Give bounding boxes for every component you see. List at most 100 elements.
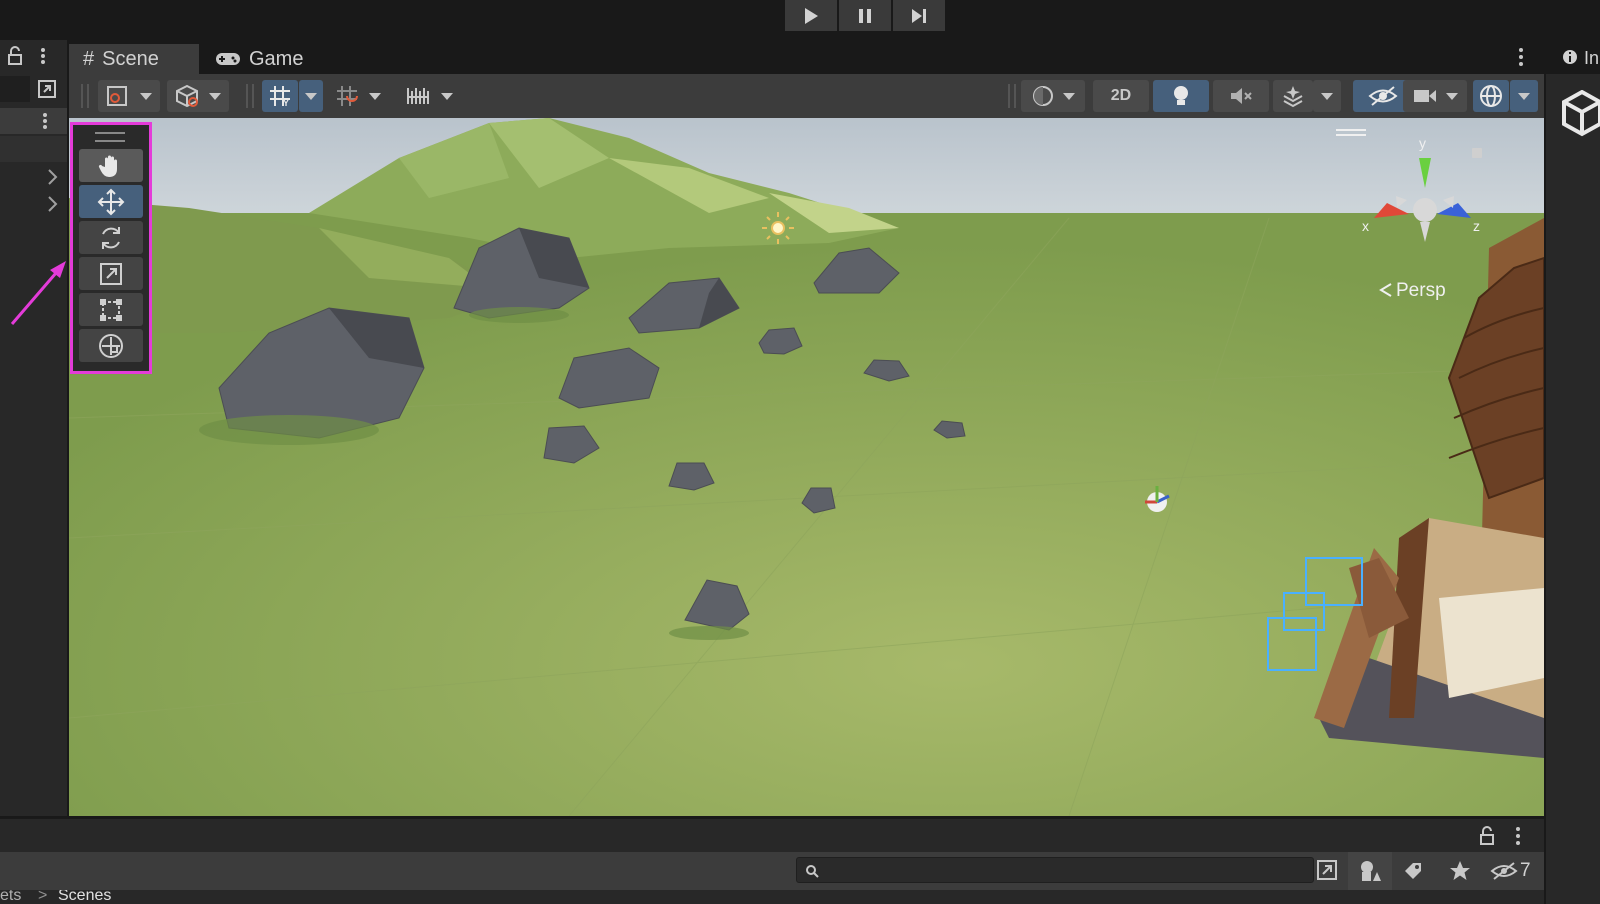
eye-hidden-icon [1368,86,1398,106]
pivot-icon [107,86,127,106]
annotation-arrow-icon [10,261,66,325]
svg-text:Y: Y [283,98,289,108]
lock-icon[interactable] [1479,826,1495,846]
shapes-icon [1361,861,1381,881]
grid-axis-dropdown[interactable] [299,80,323,112]
increment-snapping-dropdown[interactable] [397,80,461,112]
tab-scene[interactable]: # Scene [69,44,199,74]
rotate-icon [102,226,120,249]
star-icon[interactable] [1449,860,1471,882]
grid-visibility-button[interactable]: Y [262,80,298,112]
tools-overlay [70,122,152,374]
more-menu-icon[interactable] [40,112,50,130]
overlay-drag-handle[interactable] [95,132,125,142]
chevron-right-icon[interactable] [46,168,58,186]
snap-grid-icon [337,86,358,106]
inspector-tab-label: In [1584,48,1600,68]
cube-icon [176,84,198,108]
hierarchy-panel [0,40,67,816]
chevron-right-icon[interactable] [46,195,58,213]
layers-sparkle-icon [1283,86,1303,108]
tab-game[interactable]: Game [215,44,325,74]
step-icon [912,8,926,23]
draw-mode-dropdown[interactable] [1021,80,1085,112]
rotate-tool-button[interactable] [79,221,143,254]
gizmo-label-y: y [1419,135,1426,151]
scene-render: y x z Persp [69,118,1544,816]
pause-button[interactable] [839,0,891,31]
scene-viewport[interactable]: y x z Persp [69,118,1544,816]
gizmo-label-z: z [1473,218,1480,234]
unity-logo-icon [1562,90,1600,137]
rect-tool-button[interactable] [79,293,143,326]
audio-toggle-button[interactable] [1213,80,1269,112]
breadcrumb: ets > Scenes [0,890,1544,904]
hand-icon [98,155,117,177]
hierarchy-row[interactable] [0,136,67,162]
hierarchy-search-input[interactable] [0,76,30,102]
toggle-2d-label: 2D [1110,87,1132,104]
tool-handle-position-dropdown[interactable] [98,80,160,112]
separator [1008,84,1016,108]
breadcrumb-separator: > [38,890,48,904]
global-local-dropdown[interactable] [167,80,229,112]
transform-all-icon [99,333,123,358]
lightbulb-icon [1174,86,1188,105]
ruler-icon [407,88,429,104]
more-menu-icon[interactable] [38,46,48,66]
step-button[interactable] [893,0,945,31]
filter-by-type-button[interactable] [1348,852,1392,890]
scene-toolbar: Y 2D [69,74,1544,118]
gizmo-sphere-icon [1480,85,1502,107]
more-menu-icon[interactable] [1513,826,1523,846]
eye-hidden-icon[interactable] [1490,860,1518,882]
mute-speaker-icon [1231,88,1252,104]
gizmos-dropdown[interactable] [1510,80,1538,112]
breadcrumb-parent[interactable]: ets [0,890,21,904]
maximize-icon[interactable] [36,78,58,100]
breadcrumb-current[interactable]: Scenes [58,890,111,904]
inspector-tab[interactable]: In [1546,40,1600,74]
project-search-input[interactable] [796,857,1314,883]
hand-tool-button[interactable] [79,149,143,182]
rect-transform-icon [100,298,122,321]
search-icon [806,865,819,878]
info-icon [1563,50,1577,64]
gizmos-button[interactable] [1473,80,1509,112]
project-panel-header [0,818,1544,853]
move-tool-button[interactable] [79,185,143,218]
play-icon [805,7,818,24]
move-arrows-icon [97,188,125,215]
projection-label[interactable]: Persp [1396,280,1446,301]
gizmo-label-x: x [1362,218,1369,234]
play-button[interactable] [785,0,837,31]
hierarchy-row-selected[interactable] [0,108,67,134]
effects-dropdown[interactable] [1313,80,1341,112]
effects-button[interactable] [1273,80,1313,112]
view-tabs: # Scene Game [69,40,1544,74]
grid-hash-icon: # [83,47,95,70]
lock-icon[interactable] [6,46,24,66]
hidden-count: 7 [1520,860,1531,881]
grid-snapping-dropdown[interactable] [331,80,385,112]
maximize-icon[interactable] [1315,858,1339,882]
scale-icon [100,262,122,285]
inspector-panel: In [1546,40,1600,904]
separator [246,84,254,108]
toggle-2d-button[interactable]: 2D [1093,80,1149,112]
lock-icon[interactable] [1472,148,1482,158]
label-tag-icon[interactable] [1402,860,1424,882]
shading-sphere-icon [1033,86,1053,106]
lighting-toggle-button[interactable] [1153,80,1209,112]
tab-scene-label: Scene [102,47,159,70]
grid-icon: Y [270,86,290,108]
more-menu-icon[interactable] [1516,46,1526,68]
transform-tool-button[interactable] [79,329,143,362]
drag-handle[interactable] [81,84,89,108]
pause-icon [859,8,871,23]
tab-game-label: Game [249,47,304,70]
play-toolbar [0,0,1600,40]
gamepad-icon [216,53,240,65]
camera-settings-dropdown[interactable] [1403,80,1467,112]
scale-tool-button[interactable] [79,257,143,290]
